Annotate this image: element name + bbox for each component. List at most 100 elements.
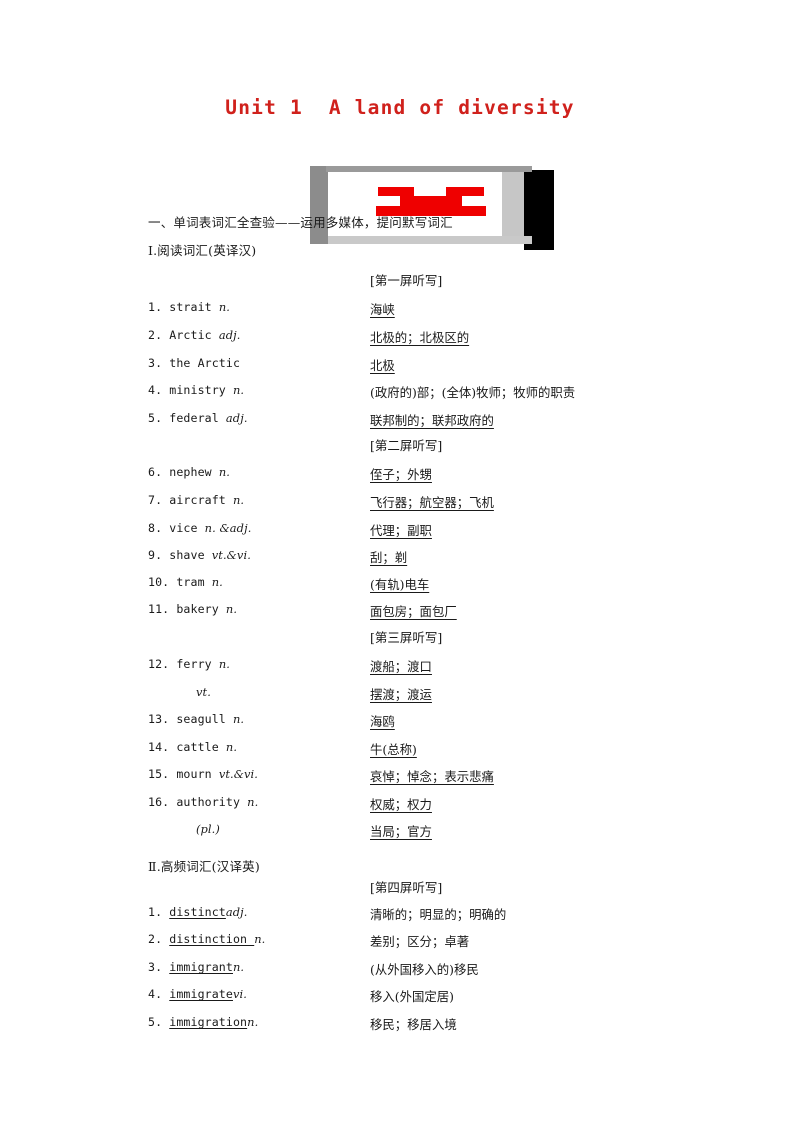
vocab-index: 9. (148, 548, 170, 562)
section-heading-reading-vocabulary: Ⅰ.阅读词汇(英译汉) (148, 243, 257, 258)
vocab-word: shave (169, 548, 205, 562)
vocab-word: authority (176, 795, 241, 809)
vocab-row: 9. shave vt.&vi. 刮；剃 (148, 548, 788, 570)
vocab-word: seagull (176, 712, 226, 726)
vocab-index: 5. (148, 1015, 170, 1029)
vocab-part-of-speech: adj. (225, 905, 248, 919)
vocab-word: immigration (169, 1015, 248, 1029)
vocab-term: 7. aircraft n. (148, 493, 244, 507)
vocab-word: immigrate (169, 987, 233, 1001)
vocab-word: distinct (169, 905, 226, 919)
vocab-part-of-speech: n. (232, 493, 245, 507)
vocab-meaning: 代理；副职 (370, 523, 432, 538)
vocab-row: (pl.) 当局；官方 (148, 822, 788, 844)
vocab-meaning: (政府的)部；(全体)牧师；牧师的职责 (370, 385, 576, 400)
vocab-meaning: 海鸥 (370, 714, 395, 729)
vocab-row: 2. Arctic adj. 北极的；北极区的 (148, 328, 788, 350)
vocab-index: 10. (148, 575, 177, 589)
vocab-part-of-speech: adj. (218, 328, 241, 342)
vocab-term: 10. tram n. (148, 575, 223, 589)
vocab-row: 14. cattle n. 牛(总称) (148, 740, 788, 762)
graphic-gray-left-bar (310, 166, 328, 244)
vocab-word: immigrant (169, 960, 233, 974)
vocab-term: 13. seagull n. (148, 712, 244, 726)
vocab-meaning: 清晰的；明显的；明确的 (370, 907, 507, 922)
vocab-part-of-speech: n. (218, 657, 230, 671)
vocab-index: 11. (148, 602, 177, 616)
vocab-term: 5. immigrationn. (148, 1015, 258, 1029)
vocab-meaning: 差别；区分；卓著 (370, 934, 470, 949)
vocab-word: the Arctic (169, 356, 241, 370)
vocab-part-of-speech: n. (218, 300, 230, 314)
vocab-meaning: 飞行器；航空器；飞机 (370, 495, 494, 510)
screen-label-2: [第二屏听写] (370, 438, 443, 453)
vocab-term: 11. bakery n. (148, 602, 237, 616)
vocab-meaning: 牛(总称) (370, 742, 417, 757)
vocab-index: 14. (148, 740, 177, 754)
vocab-row: 15. mourn vt.&vi. 哀悼；悼念；表示悲痛 (148, 767, 788, 789)
vocab-meaning: 北极 (370, 358, 395, 373)
vocab-word: ferry (176, 657, 212, 671)
vocab-part-of-speech: vt. (196, 685, 211, 699)
vocab-word: federal (169, 411, 219, 425)
screen-label-1: [第一屏听写] (370, 273, 443, 288)
vocab-index: 4. (148, 383, 170, 397)
vocab-row: 4. immigratevi. 移入(外国定居) (148, 987, 788, 1009)
vocab-index: 16. (148, 795, 177, 809)
vocab-part-of-speech: adj. (225, 411, 248, 425)
vocab-meaning: 权威；权力 (370, 797, 432, 812)
vocab-index: 13. (148, 712, 177, 726)
vocab-meaning: 海峡 (370, 302, 395, 317)
vocab-meaning: 哀悼；悼念；表示悲痛 (370, 769, 494, 784)
vocab-row: 1. strait n. 海峡 (148, 300, 788, 322)
vocab-term: (pl.) (196, 822, 220, 836)
screen-label-3: [第三屏听写] (370, 630, 443, 645)
vocab-part-of-speech: vi. (232, 987, 247, 1001)
vocab-meaning: 侄子；外甥 (370, 467, 432, 482)
vocab-index: 4. (148, 987, 170, 1001)
vocab-row: 13. seagull n. 海鸥 (148, 712, 788, 734)
vocab-row: 3. immigrantn. (从外国移入的)移民 (148, 960, 788, 982)
vocab-term: 4. ministry n. (148, 383, 244, 397)
vocab-part-of-speech: n. &adj. (204, 521, 252, 535)
vocab-row: 6. nephew n. 侄子；外甥 (148, 465, 788, 487)
vocab-row: 5. immigrationn. 移民；移居入境 (148, 1015, 788, 1037)
vocab-meaning: 当局；官方 (370, 824, 432, 839)
vocab-meaning: 摆渡；渡运 (370, 687, 432, 702)
vocab-row: vt. 摆渡；渡运 (148, 685, 788, 707)
section-heading-main: 一、单词表词汇全查验——运用多媒体，提问默写词汇 (148, 215, 453, 230)
media-decoration-graphic (310, 166, 554, 250)
vocab-row: 7. aircraft n. 飞行器；航空器；飞机 (148, 493, 788, 515)
vocab-word: aircraft (169, 493, 226, 507)
vocab-part-of-speech: (pl.) (196, 822, 220, 836)
page-title: Unit 1 A land of diversity (225, 96, 575, 119)
vocab-index: 1. (148, 300, 170, 314)
screen-label-4: [第四屏听写] (370, 880, 443, 895)
vocab-term: vt. (196, 685, 211, 699)
vocab-word: cattle (176, 740, 219, 754)
vocab-term: 9. shave vt.&vi. (148, 548, 251, 562)
vocab-part-of-speech: n. (218, 465, 230, 479)
vocab-word: nephew (169, 465, 212, 479)
vocab-index: 2. (148, 932, 170, 946)
vocab-word: bakery (176, 602, 219, 616)
vocab-meaning: (从外国移入的)移民 (370, 962, 479, 977)
vocab-term: 5. federal adj. (148, 411, 248, 425)
vocab-row: 2. distinction n. 差别；区分；卓著 (148, 932, 788, 954)
vocab-term: 1. distinctadj. (148, 905, 248, 919)
vocab-term: 16. authority n. (148, 795, 258, 809)
vocab-word: strait (169, 300, 212, 314)
vocab-row: 8. vice n. &adj. 代理；副职 (148, 521, 788, 543)
vocab-term: 2. Arctic adj. (148, 328, 240, 342)
vocab-meaning: 渡船；渡口 (370, 659, 432, 674)
vocab-term: 15. mourn vt.&vi. (148, 767, 258, 781)
vocab-part-of-speech: vt.&vi. (211, 548, 251, 562)
vocab-part-of-speech: n. (254, 932, 266, 946)
vocab-term: 2. distinction n. (148, 932, 265, 946)
vocab-meaning: 联邦制的；联邦政府的 (370, 413, 494, 428)
vocab-word: mourn (176, 767, 212, 781)
vocab-row: 4. ministry n. (政府的)部；(全体)牧师；牧师的职责 (148, 383, 788, 405)
vocab-part-of-speech: n. (211, 575, 223, 589)
vocab-index: 8. (148, 521, 170, 535)
vocab-index: 12. (148, 657, 177, 671)
